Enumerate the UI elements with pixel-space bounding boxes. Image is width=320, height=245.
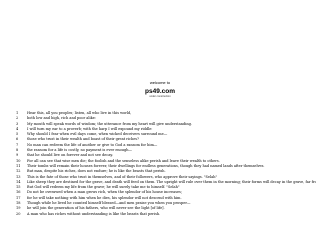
welcome-text: welcome to bbox=[149, 80, 171, 85]
verse-number: 20 bbox=[16, 211, 21, 216]
psalm-verse-list: 1 Hear this, all you peoples; listen, all… bbox=[16, 111, 316, 217]
verse-text: A man who has riches without understandi… bbox=[27, 211, 161, 216]
logo-subtitle: under construction bbox=[149, 95, 171, 98]
page-header: welcome to ps49.com under construction bbox=[0, 80, 320, 98]
site-logo: ps49.com bbox=[145, 88, 175, 95]
verse-20: 20 A man who has riches without understan… bbox=[16, 212, 316, 217]
